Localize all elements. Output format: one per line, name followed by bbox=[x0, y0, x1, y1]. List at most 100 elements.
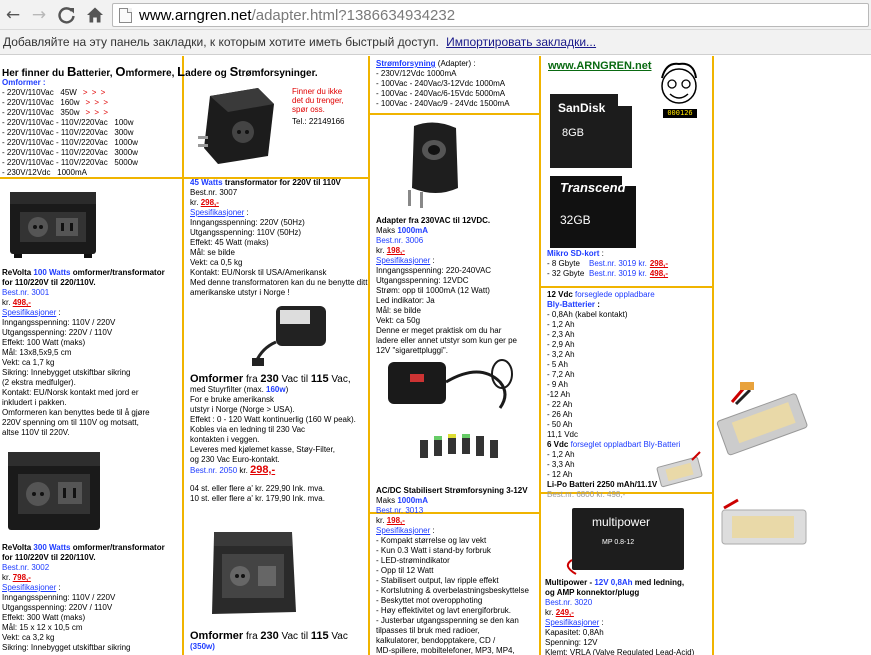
battery-item: - 3,2 Ah bbox=[547, 350, 575, 359]
revolta-300w-converter-image[interactable] bbox=[4, 438, 104, 538]
contact-phone: Tel.: 22149166 bbox=[292, 117, 345, 126]
cartoon-face-icon bbox=[661, 62, 697, 104]
spec-line: Sikring: Innebygget utskiftbar sikring bbox=[2, 643, 131, 652]
omformer-item[interactable]: - 220V/110Vac - 110V/220Vac 3000w bbox=[2, 148, 180, 158]
spec-line: For e bruke amerikansk bbox=[190, 395, 275, 404]
revolta-100w-converter-image[interactable] bbox=[4, 184, 104, 262]
spec-link[interactable]: Spesifikasjoner bbox=[2, 308, 56, 317]
price[interactable]: 798,- bbox=[13, 573, 31, 582]
omformer-350w-image[interactable] bbox=[206, 522, 302, 622]
spec-line: - Kortslutning & overbelastningsbeskytte… bbox=[376, 586, 529, 595]
spec-line: - Stabilisert output, lav ripple effekt bbox=[376, 576, 499, 585]
45w-transformer-image[interactable] bbox=[188, 78, 288, 174]
omformer-item[interactable]: - 220V/110Vac 45W > > > bbox=[2, 88, 180, 98]
ac-dc-power-supply-image[interactable] bbox=[380, 352, 536, 480]
transcend-microsd-image[interactable]: Transcend 32GB bbox=[548, 174, 638, 250]
spec-link[interactable]: Spesifikasjoner bbox=[545, 618, 599, 627]
bestnr: Best.nr. 3006 bbox=[376, 236, 424, 245]
price[interactable]: 198,- bbox=[387, 516, 405, 525]
price[interactable]: 498,- bbox=[13, 298, 31, 307]
omformer-115v-image[interactable] bbox=[250, 302, 340, 368]
spec-line: Strøm: opp til 1000mA (12 Watt) bbox=[376, 286, 490, 295]
product-adapter-12vdc: Adapter fra 230VAC til 12VDC. Maks 1000m… bbox=[376, 216, 538, 356]
row-divider bbox=[539, 286, 714, 288]
price[interactable]: 498,- bbox=[650, 269, 668, 278]
microsd-item: - 32 Gbyte Best.nr. 3019 kr. 498,- bbox=[547, 269, 669, 278]
omformer-item[interactable]: - 220V/110Vac 160w > > > bbox=[2, 98, 180, 108]
spec-line: Spenning: 12V bbox=[545, 638, 598, 647]
spec-line: Utgangsspenning: 220V / 110V bbox=[2, 603, 113, 612]
spec-line: Utgangsspenning: 220V / 110V bbox=[2, 328, 113, 337]
spec-line: Effekt: 100 Watt (maks) bbox=[2, 338, 86, 347]
price[interactable]: 298,- bbox=[201, 198, 219, 207]
arngren-logo-link[interactable]: www.ARNGREN.net bbox=[548, 60, 652, 72]
column-divider bbox=[712, 56, 714, 655]
sandisk-microsd-image[interactable]: SanDisk 8GB bbox=[548, 92, 634, 170]
home-icon[interactable] bbox=[84, 4, 106, 26]
stromforsyning-list: Strømforsyning (Adapter) : - 230V/12Vdc … bbox=[376, 59, 538, 109]
spec-line: inkludert i pakken. bbox=[2, 398, 67, 407]
spec-line: Effekt : 0 - 120 Watt kontinuerlig (160 … bbox=[190, 415, 356, 424]
column-divider bbox=[368, 56, 370, 655]
spec-link[interactable]: Spesifikasjoner bbox=[190, 208, 244, 217]
spec-line: Effekt: 300 Watt (maks) bbox=[2, 613, 86, 622]
multipower-battery-image[interactable]: multipower MP 0.8-12 bbox=[566, 502, 690, 576]
spec-link[interactable]: Spesifikasjoner bbox=[2, 583, 56, 592]
stromforsyning-item: - 100Vac - 240Vac/6-15Vdc 5000mA bbox=[376, 89, 506, 98]
small-battery-image[interactable] bbox=[652, 448, 706, 492]
sandisk-capacity: 8GB bbox=[562, 127, 584, 139]
import-bookmarks-link[interactable]: Импортировать закладки... bbox=[446, 35, 596, 49]
spec-line: Inngangsspenning: 220V (50Hz) bbox=[190, 218, 305, 227]
qty-discount: 04 st. eller flere a' kr. 229,90 Ink. mv… bbox=[190, 484, 325, 493]
omformer-list: Omformer : - 220V/110Vac 45W > > > - 220V/… bbox=[2, 78, 180, 178]
spec-line: - Opp til 12 Watt bbox=[376, 566, 434, 575]
product-revolta-100w: ReVolta 100 Watts omformer/transformator… bbox=[2, 268, 180, 438]
omformer-item[interactable]: - 220V/110Vac 350w > > > bbox=[2, 108, 180, 118]
lipo-battery-2-image[interactable] bbox=[716, 496, 812, 556]
spec-line: Mål: 13x8,5x9,5 cm bbox=[2, 348, 72, 357]
spec-line: Mål: se bilde bbox=[190, 248, 235, 257]
bestnr: Best.nr. 3013 bbox=[376, 506, 424, 515]
price[interactable]: 249,- bbox=[556, 608, 574, 617]
product-45w-transformer: 45 Watts transformator for 220V til 110V… bbox=[190, 178, 368, 297]
spec-line: - LED-strømindikator bbox=[376, 556, 450, 565]
stromforsyning-item: - 230V/12Vdc 1000mA bbox=[376, 69, 457, 78]
battery-item: - 9 Ah bbox=[547, 380, 568, 389]
address-bar[interactable]: www.arngren.net/adapter.html?13866349342… bbox=[112, 3, 869, 27]
bestnr: Best.nr. 3020 bbox=[545, 598, 593, 607]
multipower-model: MP 0.8-12 bbox=[602, 539, 634, 546]
back-arrow-icon[interactable]: ← bbox=[2, 4, 24, 26]
spec-line: Omformeren kan benyttes bede til å gjøre bbox=[2, 408, 150, 417]
product-revolta-300w: ReVolta 300 Watts omformer/transformator… bbox=[2, 543, 180, 653]
forward-arrow-icon[interactable]: → bbox=[28, 4, 50, 26]
price[interactable]: 298,- bbox=[250, 464, 275, 476]
battery-item: - 26 Ah bbox=[547, 410, 573, 419]
web-page: Her finner du Batterier, Omformere, Lade… bbox=[0, 56, 871, 655]
spec-line: Inngangsspenning: 110V / 220V bbox=[2, 318, 116, 327]
spec-line: og 230 Vac Euro-kontakt. bbox=[190, 455, 280, 464]
price[interactable]: 198,- bbox=[387, 246, 405, 255]
spec-line: Effekt: 45 Watt (maks) bbox=[190, 238, 269, 247]
omformer-item[interactable]: - 220V/110Vac - 110V/220Vac 1000w bbox=[2, 138, 180, 148]
spec-link[interactable]: Spesifikasjoner bbox=[376, 256, 430, 265]
spec-line: 220V spenning om til 110V og motsatt, bbox=[2, 418, 139, 427]
spec-line: - Høy effektivitet og lavt energiforbruk… bbox=[376, 606, 512, 615]
battery-item: - 7,2 Ah bbox=[547, 370, 575, 379]
partial-bestnr: Best.nr. 6800 kr. 498,- bbox=[547, 490, 626, 499]
url-host: www.arngren.net bbox=[139, 7, 252, 24]
page-title: Her finner du Batterier, Omformere, Lade… bbox=[2, 64, 318, 79]
lipo-battery-image[interactable] bbox=[714, 368, 810, 468]
spec-link[interactable]: Spesifikasjoner bbox=[376, 526, 430, 535]
reload-icon[interactable] bbox=[56, 4, 78, 26]
omformer-item[interactable]: - 230V/12Vdc 1000mA bbox=[2, 168, 180, 178]
omformer-item[interactable]: - 220V/110Vac - 110V/220Vac 100w bbox=[2, 118, 180, 128]
url-text[interactable]: www.arngren.net/adapter.html?13866349342… bbox=[139, 6, 455, 25]
microsd-item: - 8 Gbyte Best.nr. 3019 kr. 298,- bbox=[547, 259, 669, 268]
contact-note: Finner du ikke det du trenger, spør oss. bbox=[292, 87, 344, 114]
12v-adapter-image[interactable] bbox=[394, 116, 474, 212]
omformer-item[interactable]: - 220V/110Vac - 110V/220Vac 5000w bbox=[2, 158, 180, 168]
omformer-item[interactable]: - 220V/110Vac - 110V/220Vac 300w bbox=[2, 128, 180, 138]
price[interactable]: 298,- bbox=[650, 259, 668, 268]
spec-line: Sikring: Innebygget utskiftbar sikring bbox=[2, 368, 131, 377]
spec-line: Kontakt: EU/Norsk til USA/Amerikansk bbox=[190, 268, 327, 277]
